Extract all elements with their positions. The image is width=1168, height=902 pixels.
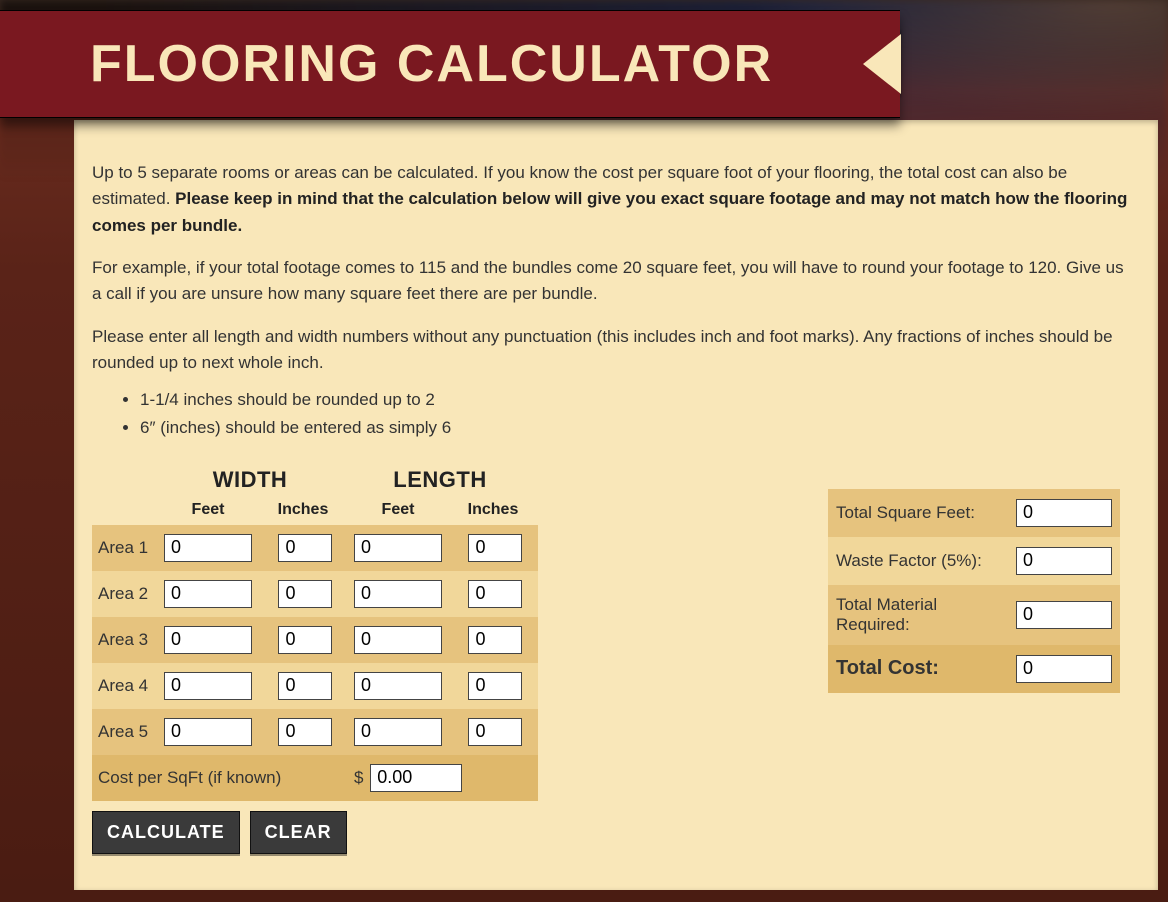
dimensions-panel: WIDTH LENGTH Feet Inches Feet Inches Are…: [92, 467, 538, 854]
intro-p3: Please enter all length and width number…: [92, 324, 1134, 377]
area-label-3: Area 3: [92, 617, 158, 663]
area4-length-feet[interactable]: [354, 672, 442, 700]
clear-button[interactable]: CLEAR: [250, 811, 347, 854]
area-label-4: Area 4: [92, 663, 158, 709]
length-header: LENGTH: [342, 467, 538, 493]
area1-length-feet[interactable]: [354, 534, 442, 562]
intro-bullet-2: 6″ (inches) should be entered as simply …: [140, 414, 1134, 441]
area2-length-inches[interactable]: [468, 580, 522, 608]
area1-length-inches[interactable]: [468, 534, 522, 562]
table-row: Area 1: [92, 525, 538, 571]
results-panel: Total Square Feet: Waste Factor (5%): To…: [828, 467, 1120, 854]
width-header: WIDTH: [158, 467, 342, 493]
area4-length-inches[interactable]: [468, 672, 522, 700]
intro-bullet-1: 1-1/4 inches should be rounded up to 2: [140, 386, 1134, 413]
total-sqft-output[interactable]: [1016, 499, 1112, 527]
results-row: Total Material Required:: [828, 585, 1120, 645]
table-row: Area 4: [92, 663, 538, 709]
length-feet-label: Feet: [348, 501, 448, 519]
table-row: Area 5: [92, 709, 538, 755]
area5-width-feet[interactable]: [164, 718, 252, 746]
area-label-1: Area 1: [92, 525, 158, 571]
area1-width-inches[interactable]: [278, 534, 332, 562]
area-label-5: Area 5: [92, 709, 158, 755]
table-row: Area 3: [92, 617, 538, 663]
results-row: Total Square Feet:: [828, 489, 1120, 537]
area5-width-inches[interactable]: [278, 718, 332, 746]
area3-length-inches[interactable]: [468, 626, 522, 654]
intro-p1-bold: Please keep in mind that the calculation…: [92, 189, 1127, 234]
area-label-2: Area 2: [92, 571, 158, 617]
results-row-total: Total Cost:: [828, 645, 1120, 693]
width-feet-label: Feet: [158, 501, 258, 519]
area2-length-feet[interactable]: [354, 580, 442, 608]
results-row: Waste Factor (5%):: [828, 537, 1120, 585]
table-row: Area 2: [92, 571, 538, 617]
calculate-button[interactable]: CALCULATE: [92, 811, 240, 854]
total-sqft-label: Total Square Feet:: [828, 489, 1008, 537]
areas-table: Area 1 Area 2 Area 3: [92, 525, 538, 801]
area3-length-feet[interactable]: [354, 626, 442, 654]
area4-width-inches[interactable]: [278, 672, 332, 700]
intro-copy: Up to 5 separate rooms or areas can be c…: [92, 160, 1134, 441]
cost-label: Cost per SqFt (if known): [92, 755, 348, 801]
total-cost-output[interactable]: [1016, 655, 1112, 683]
width-inches-label: Inches: [258, 501, 348, 519]
cost-per-sqft-input[interactable]: [370, 764, 462, 792]
area4-width-feet[interactable]: [164, 672, 252, 700]
intro-p1: Up to 5 separate rooms or areas can be c…: [92, 160, 1134, 239]
waste-factor-label: Waste Factor (5%):: [828, 537, 1008, 585]
area1-width-feet[interactable]: [164, 534, 252, 562]
dollar-sign-icon: $: [354, 768, 363, 787]
area5-length-inches[interactable]: [468, 718, 522, 746]
area3-width-inches[interactable]: [278, 626, 332, 654]
total-cost-label: Total Cost:: [828, 645, 1008, 693]
calculator-card: Up to 5 separate rooms or areas can be c…: [74, 120, 1158, 890]
area2-width-inches[interactable]: [278, 580, 332, 608]
intro-p2: For example, if your total footage comes…: [92, 255, 1134, 308]
area2-width-feet[interactable]: [164, 580, 252, 608]
length-inches-label: Inches: [448, 501, 538, 519]
waste-factor-output[interactable]: [1016, 547, 1112, 575]
area3-width-feet[interactable]: [164, 626, 252, 654]
cost-row: Cost per SqFt (if known) $: [92, 755, 538, 801]
total-material-label: Total Material Required:: [828, 585, 1008, 645]
intro-bullets: 1-1/4 inches should be rounded up to 2 6…: [140, 386, 1134, 440]
page-title: FLOORING CALCULATOR: [90, 34, 773, 94]
total-material-output[interactable]: [1016, 601, 1112, 629]
area5-length-feet[interactable]: [354, 718, 442, 746]
title-ribbon: FLOORING CALCULATOR: [0, 10, 900, 118]
